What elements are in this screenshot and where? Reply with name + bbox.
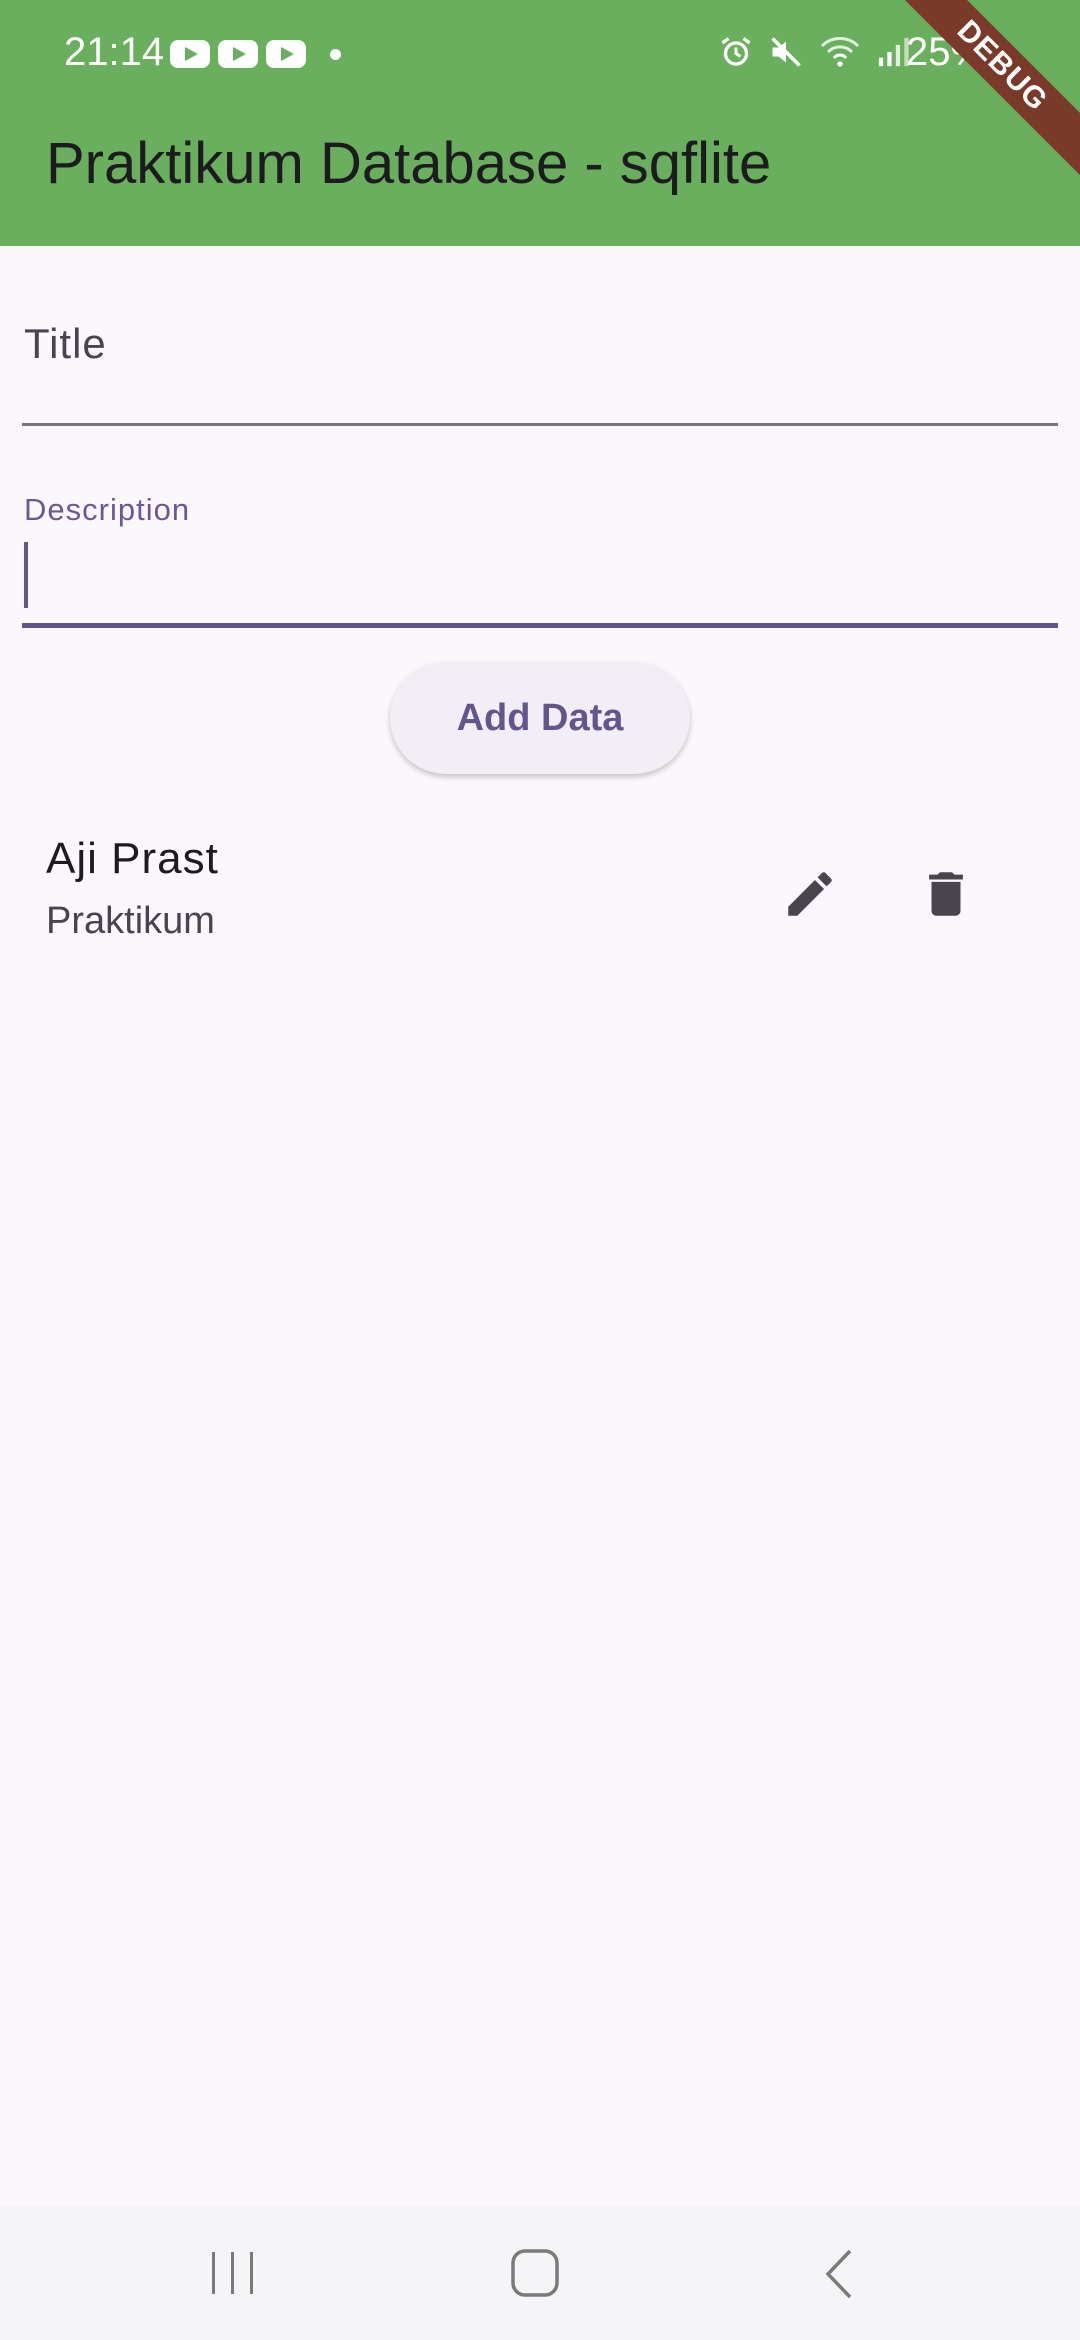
delete-button[interactable] [906,854,986,934]
title-field[interactable]: Title [22,290,1058,426]
text-cursor [24,542,28,608]
system-nav-bar [0,2206,1080,2340]
item-description: Praktikum [46,900,215,942]
delete-icon [929,872,963,916]
edit-icon [788,872,832,916]
page-title: Praktikum Database - sqflite [46,131,772,196]
app-bar: 21:14 25% DEBUG Praktikum Database - sqf… [0,0,1080,246]
youtube-icon [266,40,306,68]
system-icons [718,34,910,70]
signal-icon [878,37,909,67]
description-field[interactable]: Description [22,480,1058,628]
description-field-underline [22,623,1058,628]
youtube-icon [218,40,258,68]
status-bar: 21:14 25% [0,0,1080,110]
mute-icon [771,37,801,67]
recents-icon[interactable] [208,2250,258,2296]
edit-button[interactable] [770,854,850,934]
back-icon[interactable] [820,2248,860,2300]
title-field-underline [22,423,1058,426]
add-data-button[interactable]: Add Data [390,662,690,774]
description-field-label: Description [24,492,191,527]
youtube-icon [170,40,210,68]
dot-icon [330,49,341,60]
status-time: 21:14 [64,30,165,74]
title-field-label: Title [24,320,107,367]
list-item[interactable]: Aji Prast Praktikum [0,820,1080,960]
wifi-icon [820,37,860,67]
notification-icons [170,40,341,68]
home-icon[interactable] [510,2248,562,2300]
item-title: Aji Prast [46,834,219,883]
alarm-icon [721,37,751,66]
